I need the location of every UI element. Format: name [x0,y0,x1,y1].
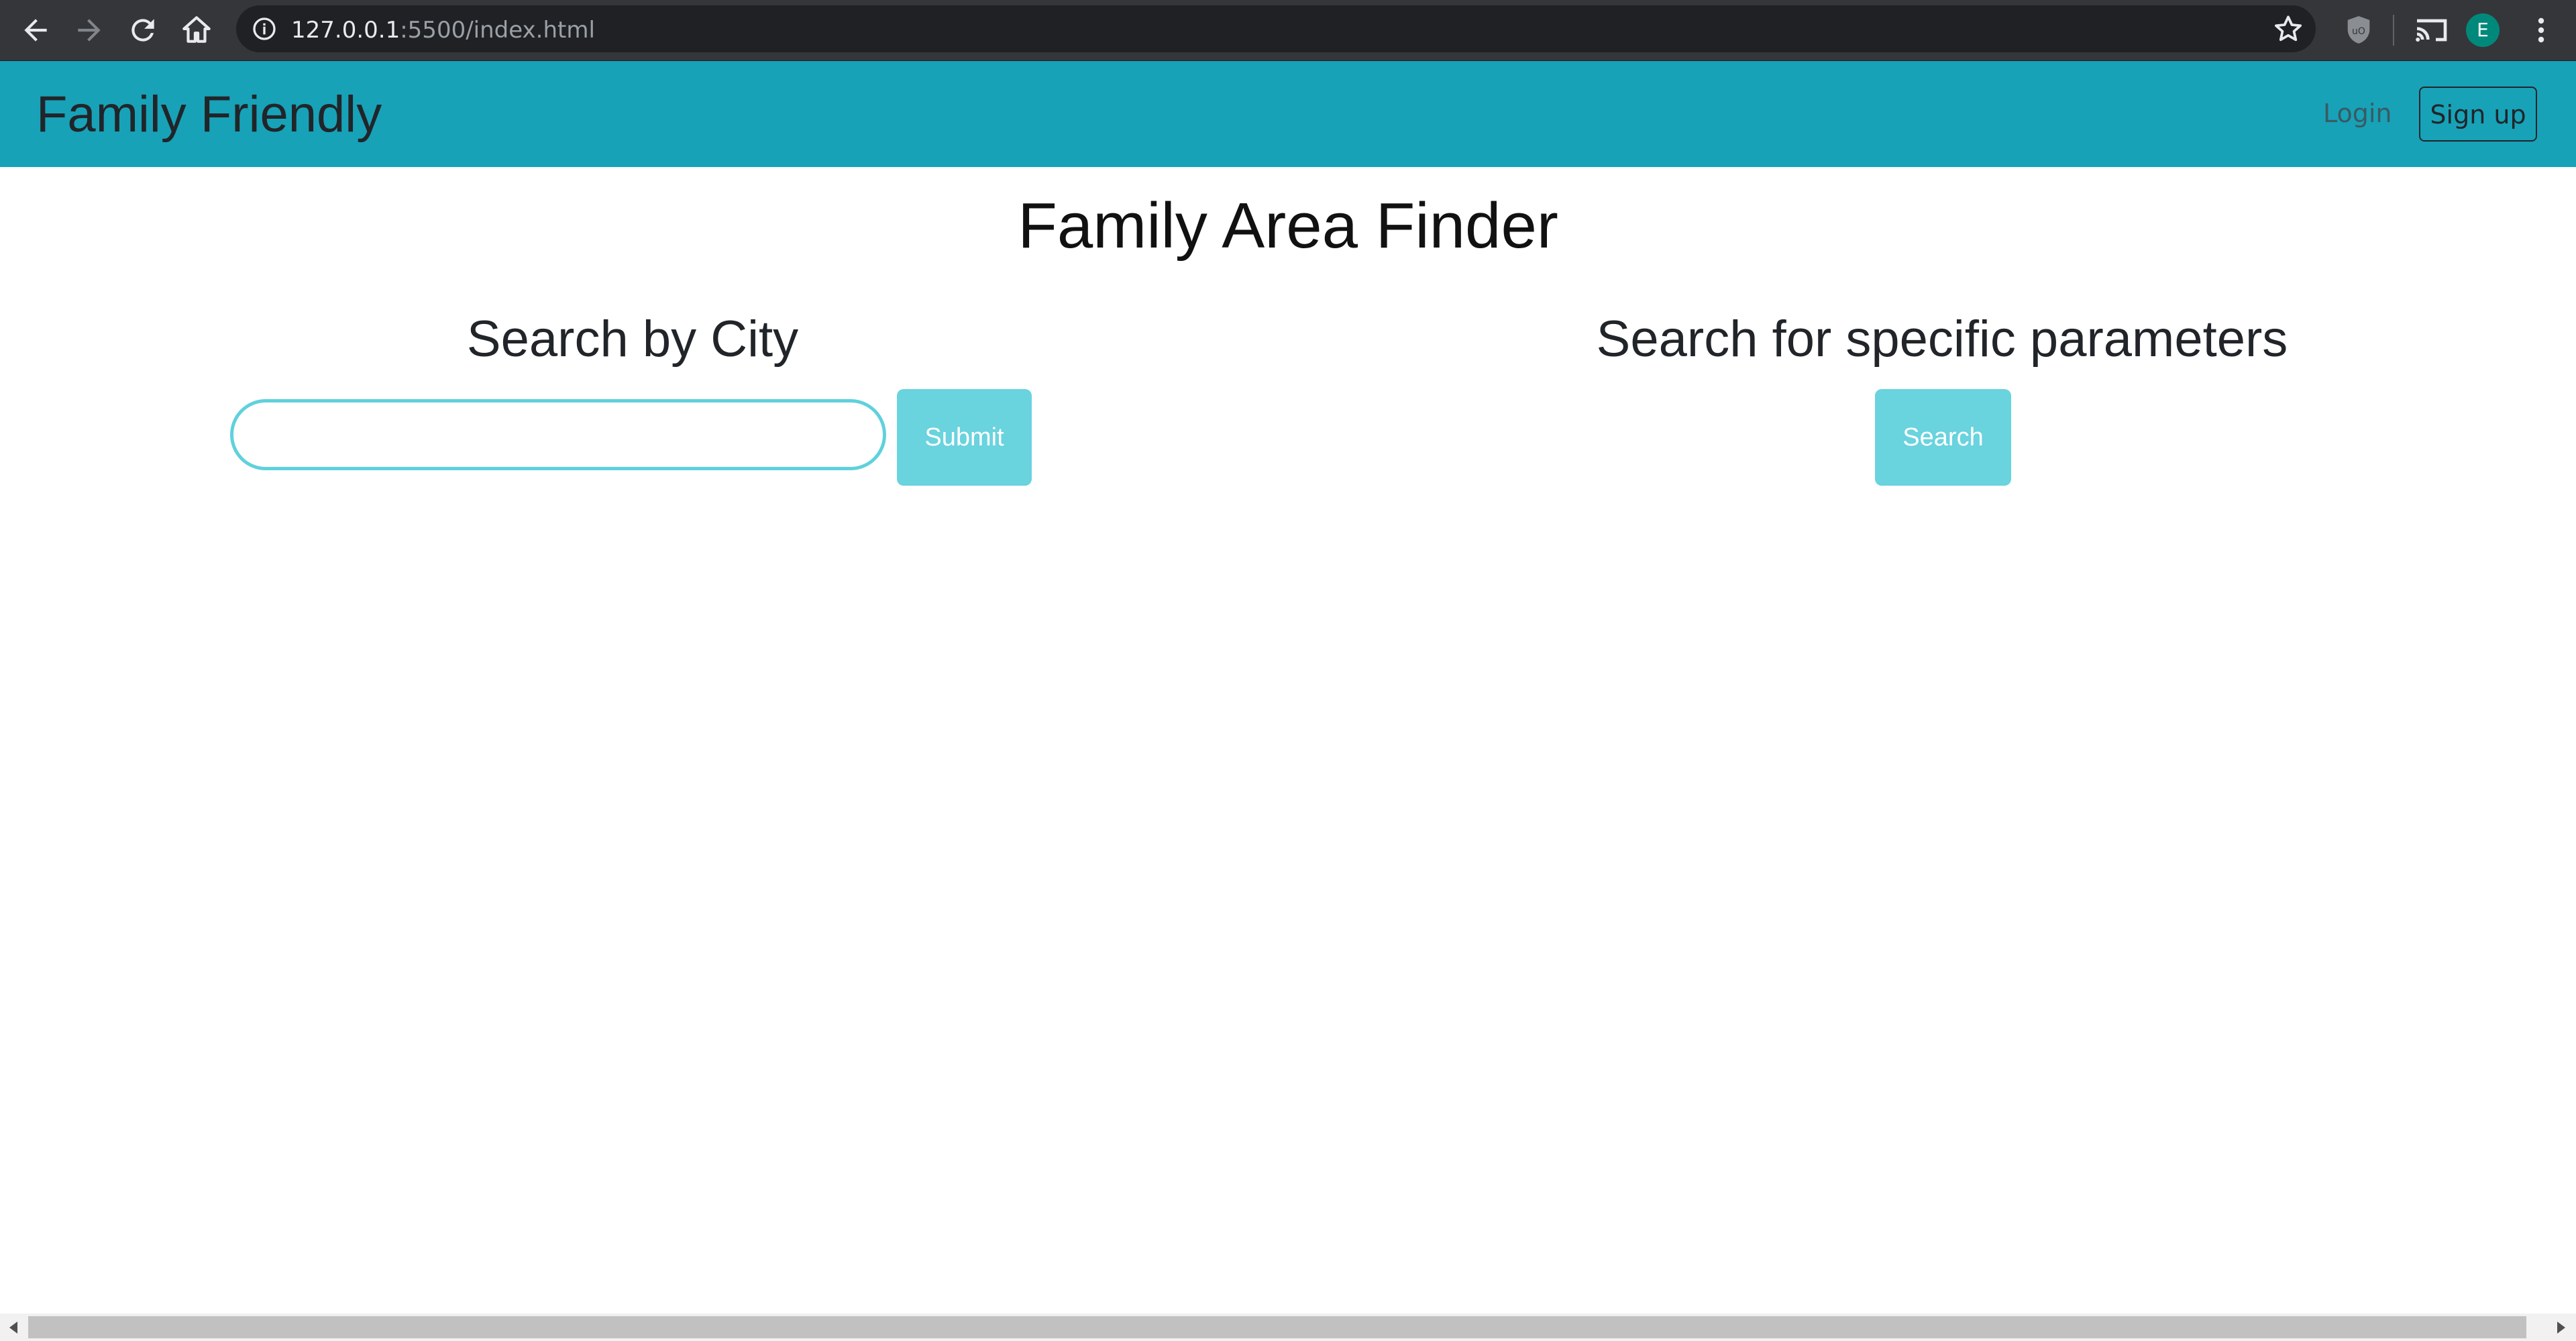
kebab-menu-icon[interactable] [2522,11,2560,49]
search-by-city-heading: Search by City [466,311,799,368]
forward-arrow-icon[interactable] [72,13,106,47]
brand-logo-text[interactable]: Family Friendly [36,85,382,144]
search-parameters-heading: Search for specific parameters [1596,311,2288,368]
home-icon[interactable] [180,13,213,47]
url-path: :5500/index.html [400,17,595,44]
city-search-input[interactable] [230,399,886,470]
back-arrow-icon[interactable] [19,13,52,47]
scroll-left-icon[interactable] [9,1322,17,1334]
profile-avatar[interactable]: E [2466,13,2500,47]
toolbar-divider [2393,15,2394,46]
scrollbar-thumb[interactable] [28,1316,2526,1338]
address-bar[interactable]: 127.0.0.1:5500/index.html [236,5,2316,52]
shield-extension-icon[interactable]: uO [2340,11,2377,49]
scroll-right-icon[interactable] [2557,1322,2565,1334]
svg-text:uO: uO [2352,26,2365,37]
navbar: Family Friendly Login Sign up [0,61,2576,167]
submit-button[interactable]: Submit [897,389,1032,486]
page-title: Family Area Finder [1018,190,1558,262]
browser-toolbar: 127.0.0.1:5500/index.html uO E [0,0,2576,62]
parameter-search-button[interactable]: Search [1875,389,2011,486]
url-host: 127.0.0.1 [291,17,400,44]
login-link[interactable]: Login [2323,99,2392,128]
info-icon[interactable] [251,15,278,42]
reload-icon[interactable] [126,13,160,47]
url-text[interactable]: 127.0.0.1:5500/index.html [291,17,595,44]
star-icon[interactable] [2271,12,2305,46]
cast-icon[interactable] [2412,11,2450,49]
horizontal-scrollbar[interactable] [0,1313,2576,1341]
signup-button[interactable]: Sign up [2419,87,2537,142]
